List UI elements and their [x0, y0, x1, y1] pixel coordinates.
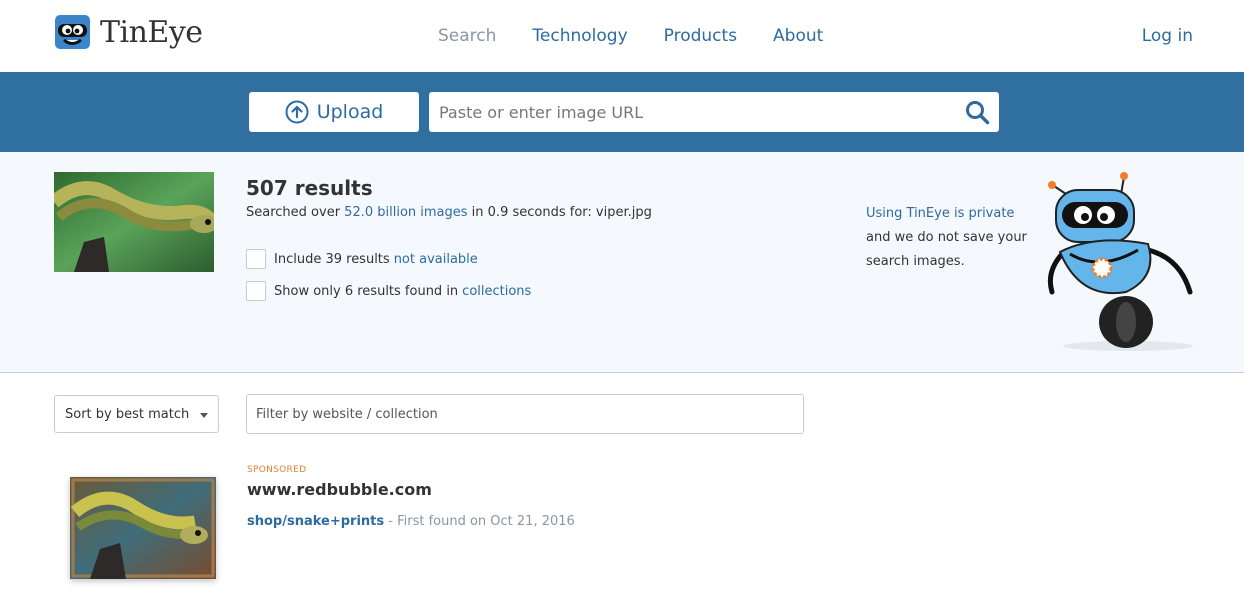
- option2-text: Show only 6 results found in: [274, 283, 459, 299]
- query-image-thumbnail[interactable]: [54, 172, 214, 272]
- result-image-thumbnail[interactable]: [70, 477, 216, 579]
- privacy-note: Using TinEye is private and we do not sa…: [866, 202, 1027, 274]
- search-meta: Searched over 52.0 billion images in 0.9…: [246, 205, 652, 220]
- include-unavailable-checkbox[interactable]: [246, 249, 266, 269]
- meta-prefix: Searched over: [246, 205, 345, 220]
- sort-dropdown[interactable]: Sort by best match: [54, 395, 219, 433]
- url-search-box: [429, 92, 999, 132]
- sort-label: Sort by best match: [65, 406, 190, 422]
- index-size-link[interactable]: 52.0 billion images: [344, 205, 467, 220]
- robot-logo-icon: [55, 15, 90, 49]
- upload-label: Upload: [316, 101, 384, 123]
- results-summary: 507 results Searched over 52.0 billion i…: [0, 152, 1244, 373]
- privacy-line-3: search images.: [866, 254, 965, 269]
- upload-arrow-icon: [285, 100, 309, 124]
- login-link[interactable]: Log in: [1142, 26, 1193, 46]
- chevron-down-icon: [200, 413, 208, 418]
- search-icon[interactable]: [965, 100, 990, 125]
- not-available-link[interactable]: not available: [394, 252, 478, 267]
- collections-only-option[interactable]: Show only 6 results found in collections: [246, 281, 531, 301]
- tineye-logo[interactable]: TinEye: [54, 14, 203, 50]
- first-found-text: - First found on Oct 21, 2016: [384, 514, 575, 529]
- logo-text: TinEye: [100, 14, 203, 50]
- collections-only-checkbox[interactable]: [246, 281, 266, 301]
- nav-technology[interactable]: Technology: [532, 26, 627, 46]
- sponsored-badge: SPONSORED: [247, 465, 307, 475]
- main-nav: Search Technology Products About: [438, 26, 859, 46]
- nav-about[interactable]: About: [773, 26, 823, 46]
- collections-link[interactable]: collections: [462, 284, 531, 299]
- result-domain[interactable]: www.redbubble.com: [247, 480, 432, 499]
- result-meta: shop/snake+prints - First found on Oct 2…: [247, 514, 575, 529]
- robot-mascot-icon: [1047, 172, 1193, 351]
- result-path-link[interactable]: shop/snake+prints: [247, 514, 384, 529]
- results-count: 507 results: [246, 176, 373, 200]
- image-url-input[interactable]: [429, 92, 949, 132]
- nav-search[interactable]: Search: [438, 26, 496, 46]
- upload-button[interactable]: Upload: [249, 92, 419, 132]
- website-filter: [246, 394, 804, 434]
- search-bar: Upload: [0, 72, 1244, 152]
- privacy-line-2: and we do not save your: [866, 230, 1027, 245]
- query-filename: viper.jpg: [595, 205, 652, 220]
- include-unavailable-option[interactable]: Include 39 results not available: [246, 249, 478, 269]
- top-header: TinEye Search Technology Products About …: [0, 0, 1244, 72]
- privacy-link[interactable]: Using TinEye is private: [866, 202, 1027, 226]
- website-filter-input[interactable]: [247, 395, 787, 433]
- meta-suffix: in 0.9 seconds for:: [467, 205, 596, 220]
- option1-text: Include 39 results: [274, 251, 390, 267]
- nav-products[interactable]: Products: [664, 26, 737, 46]
